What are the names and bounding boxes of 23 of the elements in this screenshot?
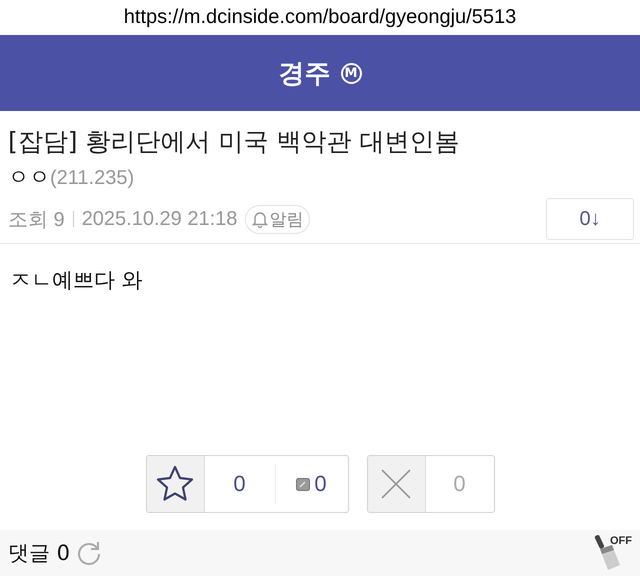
view-count: 조회 9 (8, 208, 65, 232)
comment-jump-button[interactable]: 0↓ (546, 198, 634, 240)
board-title[interactable]: 경주 (278, 56, 330, 90)
fixed-user-icon (296, 478, 310, 490)
upvote-count: 0 (232, 470, 247, 498)
fixed-upvote-count: 0 (314, 471, 327, 497)
upvote-button[interactable] (146, 456, 204, 512)
post-title: [잡담] 황리단에서 미국 백악관 대변인봄 (8, 126, 460, 158)
minor-gallery-badge: M (340, 62, 362, 84)
x-icon (379, 467, 413, 501)
clean-bot-toggle[interactable]: OFF (594, 533, 632, 573)
author-name[interactable]: ㅇㅇ (8, 163, 50, 191)
bell-icon (252, 210, 268, 228)
downvote-count: 0 (452, 470, 467, 498)
post-date: 2025.10.29 21:18 (82, 208, 238, 230)
refresh-icon (76, 540, 102, 566)
comment-count: 댓글 0 (8, 540, 70, 567)
downvote-button[interactable] (368, 456, 426, 512)
url-text: https://m.dcinside.com/board/gyeongju/5513 (124, 6, 516, 29)
post-body-text: ㅈㄴ예쁘다 와 (10, 267, 144, 294)
author-ip: (211.235) (50, 167, 134, 190)
alert-button[interactable]: 알림 (245, 204, 310, 234)
refresh-button[interactable] (76, 540, 102, 566)
